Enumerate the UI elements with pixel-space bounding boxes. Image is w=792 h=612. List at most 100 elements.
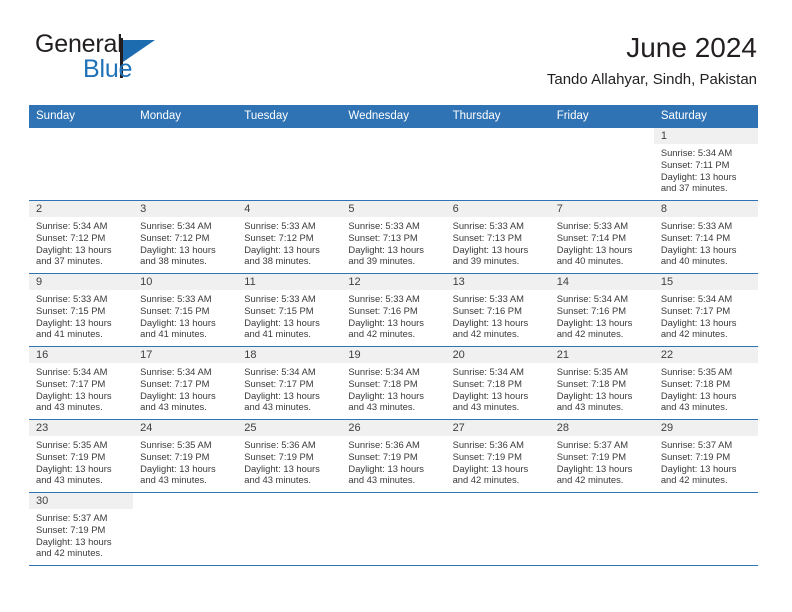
day-info: Sunrise: 5:34 AM Sunset: 7:11 PM Daylight:… [654, 144, 758, 193]
day-cell-empty [237, 128, 342, 201]
page-title: June 2024 [626, 32, 757, 63]
sunset-text: Sunset: 7:15 PM [36, 304, 106, 316]
sunrise-text: Sunrise: 5:35 AM [660, 366, 733, 378]
day-number: 24 [133, 420, 238, 437]
daylight-text-line2: and 43 minutes. [36, 474, 103, 486]
day-cell[interactable]: 29 Sunrise: 5:37 AM Sunset: 7:19 PM Dayligh… [653, 420, 758, 493]
day-info: Sunrise: 5:33 AM Sunset: 7:13 PM Daylight:… [341, 217, 445, 266]
page-header: General Blue June 2024 Tando Allahyar, S… [35, 32, 757, 98]
daylight-text-line2: and 43 minutes. [140, 474, 207, 486]
daylight-text-line1: Daylight: 13 hours [660, 462, 737, 474]
daylight-text-line1: Daylight: 13 hours [348, 389, 424, 401]
sunset-text: Sunset: 7:15 PM [140, 304, 210, 316]
day-info: Sunrise: 5:36 AM Sunset: 7:19 PM Daylight:… [446, 436, 550, 485]
day-number: 26 [341, 420, 446, 437]
sunset-text: Sunset: 7:14 PM [660, 231, 731, 243]
day-cell[interactable]: 23 Sunrise: 5:35 AM Sunset: 7:19 PM Dayligh… [29, 420, 134, 493]
daylight-text-line1: Daylight: 13 hours [452, 243, 529, 255]
day-number [133, 128, 238, 145]
day-cell[interactable]: 16 Sunrise: 5:34 AM Sunset: 7:17 PM Dayligh… [29, 347, 134, 420]
day-cell[interactable]: 6 Sunrise: 5:33 AM Sunset: 7:13 PM Daylight… [445, 201, 550, 274]
day-cell-empty [445, 128, 550, 201]
day-info: Sunrise: 5:34 AM Sunset: 7:17 PM Daylight:… [133, 363, 237, 412]
sunset-text: Sunset: 7:18 PM [452, 377, 522, 389]
calendar-page: General Blue June 2024 Tando Allahyar, S… [0, 0, 792, 612]
day-info: Sunrise: 5:37 AM Sunset: 7:19 PM Daylight:… [29, 509, 133, 558]
day-info: Sunrise: 5:37 AM Sunset: 7:19 PM Daylight:… [550, 436, 654, 485]
daylight-text-line2: and 41 minutes. [140, 328, 207, 340]
sunrise-text: Sunrise: 5:33 AM [348, 293, 420, 305]
sunset-text: Sunset: 7:17 PM [140, 377, 210, 389]
sunset-text: Sunset: 7:14 PM [556, 231, 627, 243]
day-cell[interactable]: 15 Sunrise: 5:34 AM Sunset: 7:17 PM Dayligh… [653, 274, 758, 347]
column-header-monday: Monday [140, 110, 182, 122]
daylight-text-line2: and 43 minutes. [348, 474, 416, 486]
day-cell[interactable]: 5 Sunrise: 5:33 AM Sunset: 7:13 PM Daylight… [341, 201, 446, 274]
day-cell[interactable]: 21 Sunrise: 5:35 AM Sunset: 7:18 PM Dayligh… [549, 347, 654, 420]
day-cell[interactable]: 24 Sunrise: 5:35 AM Sunset: 7:19 PM Dayligh… [133, 420, 238, 493]
day-cell[interactable]: 3 Sunrise: 5:34 AM Sunset: 7:12 PM Daylight… [133, 201, 238, 274]
general-blue-logo[interactable]: General Blue [35, 32, 265, 90]
daylight-text-line2: and 37 minutes. [36, 255, 103, 267]
day-info: Sunrise: 5:35 AM Sunset: 7:18 PM Daylight:… [654, 363, 758, 412]
day-cell[interactable]: 19 Sunrise: 5:34 AM Sunset: 7:18 PM Dayligh… [341, 347, 446, 420]
calendar-week-row: 9 Sunrise: 5:33 AM Sunset: 7:15 PM Daylight… [29, 274, 758, 348]
day-info: Sunrise: 5:33 AM Sunset: 7:16 PM Daylight:… [341, 290, 445, 339]
day-cell[interactable]: 26 Sunrise: 5:36 AM Sunset: 7:19 PM Dayligh… [341, 420, 446, 493]
sunset-text: Sunset: 7:19 PM [140, 450, 210, 462]
day-cell-empty [549, 128, 654, 201]
day-info: Sunrise: 5:35 AM Sunset: 7:19 PM Daylight:… [133, 436, 237, 485]
day-cell[interactable]: 28 Sunrise: 5:37 AM Sunset: 7:19 PM Dayligh… [549, 420, 654, 493]
day-cell[interactable]: 7 Sunrise: 5:33 AM Sunset: 7:14 PM Daylight… [549, 201, 654, 274]
calendar-week-row: 30 Sunrise: 5:37 AM Sunset: 7:19 PM Dayligh… [29, 493, 758, 567]
day-cell-empty [549, 493, 654, 566]
daylight-text-line2: and 42 minutes. [348, 328, 416, 340]
daylight-text-line1: Daylight: 13 hours [36, 462, 112, 474]
day-number: 30 [29, 493, 134, 510]
day-cell[interactable]: 12 Sunrise: 5:33 AM Sunset: 7:16 PM Dayligh… [341, 274, 446, 347]
day-cell[interactable]: 27 Sunrise: 5:36 AM Sunset: 7:19 PM Dayligh… [445, 420, 550, 493]
day-info: Sunrise: 5:33 AM Sunset: 7:14 PM Daylight:… [654, 217, 758, 266]
daylight-text-line2: and 43 minutes. [660, 401, 728, 413]
daylight-text-line2: and 43 minutes. [244, 474, 311, 486]
day-number [237, 493, 342, 510]
sunset-text: Sunset: 7:16 PM [348, 304, 418, 316]
day-number [237, 128, 342, 145]
daylight-text-line1: Daylight: 13 hours [36, 389, 112, 401]
sunrise-text: Sunrise: 5:34 AM [452, 366, 524, 378]
day-cell[interactable]: 10 Sunrise: 5:33 AM Sunset: 7:15 PM Dayligh… [133, 274, 238, 347]
day-cell[interactable]: 14 Sunrise: 5:34 AM Sunset: 7:16 PM Dayligh… [549, 274, 654, 347]
day-cell[interactable]: 2 Sunrise: 5:34 AM Sunset: 7:12 PM Daylight… [29, 201, 134, 274]
day-number [549, 493, 654, 510]
day-cell[interactable]: 1 Sunrise: 5:34 AM Sunset: 7:11 PM Daylight… [653, 128, 758, 201]
column-header-sunday: Sunday [36, 110, 76, 122]
day-number: 15 [653, 274, 758, 291]
day-cell[interactable]: 25 Sunrise: 5:36 AM Sunset: 7:19 PM Dayligh… [237, 420, 342, 493]
sunset-text: Sunset: 7:12 PM [36, 231, 106, 243]
day-cell-empty [653, 493, 758, 566]
daylight-text-line1: Daylight: 13 hours [36, 316, 112, 328]
day-number: 20 [445, 347, 550, 364]
day-cell[interactable]: 17 Sunrise: 5:34 AM Sunset: 7:17 PM Dayligh… [133, 347, 238, 420]
day-cell-empty [445, 493, 550, 566]
day-info: Sunrise: 5:33 AM Sunset: 7:15 PM Daylight:… [133, 290, 237, 339]
day-cell[interactable]: 18 Sunrise: 5:34 AM Sunset: 7:17 PM Dayligh… [237, 347, 342, 420]
day-cell[interactable]: 30 Sunrise: 5:37 AM Sunset: 7:19 PM Dayligh… [29, 493, 134, 566]
day-number: 4 [237, 201, 342, 218]
day-cell[interactable]: 20 Sunrise: 5:34 AM Sunset: 7:18 PM Dayligh… [445, 347, 550, 420]
day-number: 16 [29, 347, 134, 364]
daylight-text-line1: Daylight: 13 hours [348, 462, 424, 474]
daylight-text-line2: and 37 minutes. [660, 182, 728, 194]
sunrise-text: Sunrise: 5:34 AM [140, 366, 212, 378]
day-cell[interactable]: 8 Sunrise: 5:33 AM Sunset: 7:14 PM Daylight… [653, 201, 758, 274]
day-cell-empty [341, 493, 446, 566]
day-cell[interactable]: 22 Sunrise: 5:35 AM Sunset: 7:18 PM Dayligh… [653, 347, 758, 420]
sunset-text: Sunset: 7:16 PM [556, 304, 627, 316]
day-number [341, 493, 446, 510]
day-cell[interactable]: 11 Sunrise: 5:33 AM Sunset: 7:15 PM Dayligh… [237, 274, 342, 347]
day-cell[interactable]: 13 Sunrise: 5:33 AM Sunset: 7:16 PM Dayligh… [445, 274, 550, 347]
daylight-text-line1: Daylight: 13 hours [660, 389, 737, 401]
day-cell[interactable]: 4 Sunrise: 5:33 AM Sunset: 7:12 PM Daylight… [237, 201, 342, 274]
daylight-text-line2: and 40 minutes. [556, 255, 624, 267]
day-cell[interactable]: 9 Sunrise: 5:33 AM Sunset: 7:15 PM Daylight… [29, 274, 134, 347]
